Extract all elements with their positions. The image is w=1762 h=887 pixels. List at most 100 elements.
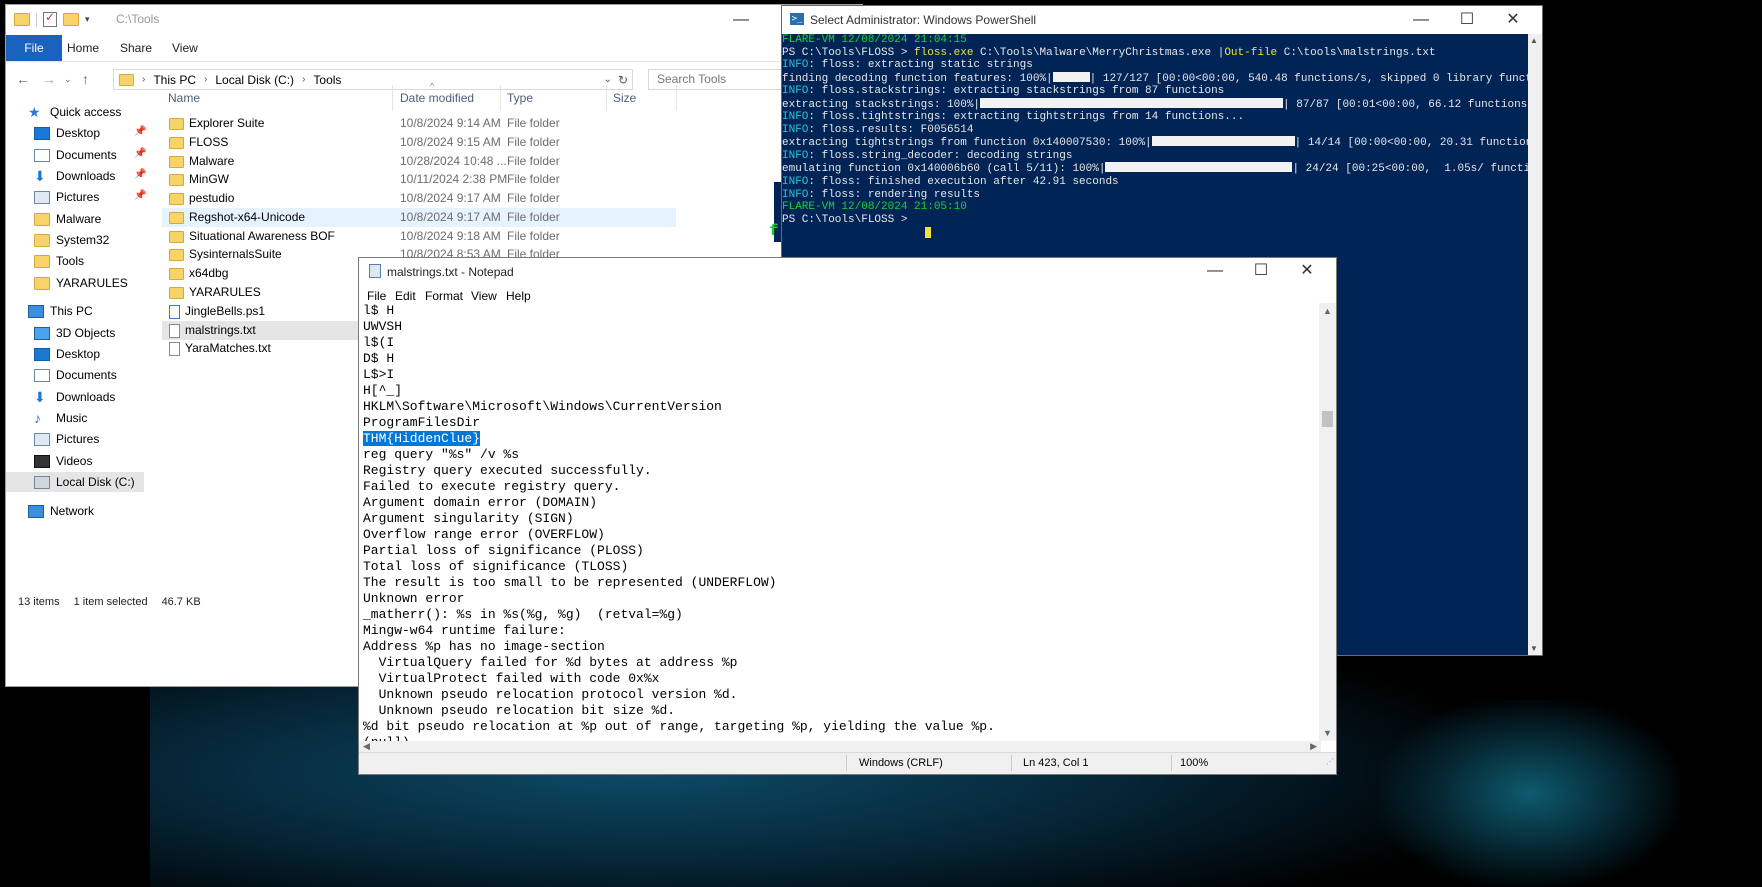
file-row[interactable]: FLOSS 10/8/2024 9:15 AM File folder (162, 133, 676, 152)
tab-share[interactable]: Share (120, 35, 152, 61)
console-text: : floss: finished execution after 42.91 … (808, 176, 1119, 189)
minimize-button[interactable]: — (1398, 8, 1444, 32)
nav-item-tools[interactable]: Tools (34, 251, 84, 271)
network-icon (28, 504, 44, 518)
tab-view[interactable]: View (172, 35, 198, 61)
menu-view[interactable]: View (471, 289, 497, 303)
nav-item-desktop[interactable]: Desktop (34, 123, 100, 143)
scroll-up-icon[interactable]: ▲ (1530, 36, 1538, 45)
line-text: Argument singularity (SIGN) (363, 511, 574, 526)
file-row[interactable]: pestudio 10/8/2024 9:17 AM File folder (162, 189, 676, 208)
forward-icon[interactable]: → (42, 71, 56, 87)
column-divider[interactable] (392, 85, 393, 111)
nav-quick-access[interactable]: ★ Quick access (28, 102, 121, 122)
nav-item-documents[interactable]: Documents (34, 145, 117, 165)
console-line: INFO: floss.results: F0056514 (782, 124, 1528, 137)
column-date-modified[interactable]: Date modified (400, 91, 474, 105)
text-line: D$ H (363, 351, 1321, 367)
text-line: Unknown error (363, 591, 1321, 607)
close-button[interactable]: ✕ (1284, 259, 1330, 283)
menu-edit[interactable]: Edit (395, 289, 416, 303)
notepad-titlebar[interactable]: malstrings.txt - Notepad — ☐ ✕ (359, 258, 1336, 285)
column-type[interactable]: Type (507, 91, 533, 105)
close-button[interactable]: ✕ (1490, 8, 1536, 32)
nav-item-music[interactable]: ♪ Music (34, 408, 87, 428)
file-row[interactable]: Explorer Suite 10/8/2024 9:14 AM File fo… (162, 114, 676, 133)
file-name: Explorer Suite (169, 114, 264, 133)
text-editor[interactable]: l$ H UWVSH l$(I D$ H L$>I H[^_] HKLM\Software\… (363, 303, 1321, 741)
nav-item-pc-desktop[interactable]: Desktop (34, 344, 100, 364)
explorer-titlebar[interactable]: ▾ C:\Tools — ☐ ✕ (6, 5, 862, 35)
scroll-left-icon[interactable]: ◀ (363, 741, 370, 752)
line-text: Address %p has no image-section (363, 639, 605, 654)
menu-file[interactable]: File (367, 289, 386, 303)
nav-item-videos[interactable]: Videos (34, 451, 92, 471)
file-row-selected[interactable]: malstrings.txt (162, 321, 358, 340)
text-file-icon (169, 341, 180, 356)
status-divider (1171, 755, 1172, 771)
nav-item-downloads[interactable]: ⬇ Downloads (34, 166, 115, 186)
nav-item-system32[interactable]: System32 (34, 230, 109, 250)
nav-item-local-disk[interactable]: Local Disk (C:) (6, 472, 144, 492)
properties-icon[interactable] (43, 10, 57, 27)
file-name-text: x64dbg (189, 266, 229, 280)
nav-label: Documents (56, 368, 117, 382)
tab-home[interactable]: Home (67, 35, 99, 61)
up-icon[interactable]: ↑ (82, 71, 89, 87)
nav-item-pc-downloads[interactable]: ⬇ Downloads (34, 387, 115, 407)
nav-item-pc-pictures[interactable]: Pictures (34, 429, 99, 449)
file-row[interactable]: Situational Awareness BOF 10/8/2024 9:18… (162, 227, 676, 246)
scroll-up-icon[interactable]: ▲ (1323, 306, 1332, 316)
nav-this-pc[interactable]: This PC (28, 301, 93, 321)
menu-help[interactable]: Help (506, 289, 531, 303)
new-folder-icon[interactable] (63, 13, 79, 26)
progress-bar (1052, 71, 1090, 82)
desktop-icon (34, 126, 50, 140)
nav-item-yararules[interactable]: YARARULES (34, 273, 128, 293)
folder-icon (169, 155, 184, 168)
console-line: INFO: floss: rendering results (782, 189, 1528, 202)
column-divider[interactable] (676, 85, 677, 111)
scroll-right-icon[interactable]: ▶ (1310, 741, 1317, 752)
recent-locations-icon[interactable]: ⌄ (64, 74, 72, 85)
folder-icon (119, 73, 134, 86)
minimize-button[interactable]: — (1192, 259, 1238, 283)
file-type: File folder (507, 172, 560, 186)
column-divider[interactable] (500, 85, 501, 111)
back-icon[interactable]: ← (16, 71, 30, 87)
scroll-down-icon[interactable]: ▼ (1530, 644, 1538, 653)
window-title: malstrings.txt - Notepad (387, 265, 514, 279)
breadcrumb-separator-icon[interactable]: › (142, 74, 145, 85)
resize-grip-icon[interactable]: ⋰ (1326, 757, 1334, 772)
maximize-button[interactable]: ☐ (1444, 8, 1490, 32)
column-divider[interactable] (606, 85, 607, 111)
nav-network[interactable]: Network (28, 501, 94, 521)
column-name[interactable]: Name (168, 91, 200, 105)
console-text: FLARE-VM 12/08/2024 21:04:15 (782, 34, 967, 46)
videos-icon (34, 454, 50, 468)
folder-icon (169, 248, 184, 261)
nav-item-malware[interactable]: Malware (34, 209, 101, 229)
text-line: l$ H (363, 303, 1321, 319)
scroll-down-icon[interactable]: ▼ (1323, 728, 1332, 738)
file-row[interactable]: Regshot-x64-Unicode 10/8/2024 9:17 AM Fi… (162, 208, 676, 227)
file-row[interactable]: Malware 10/28/2024 10:48 ... File folder (162, 152, 676, 171)
console-line: finding decoding function features: 100%… (782, 71, 1528, 86)
column-size[interactable]: Size (613, 91, 636, 105)
nav-item-pictures[interactable]: Pictures (34, 187, 99, 207)
nav-item-pc-documents[interactable]: Documents (34, 365, 117, 385)
tab-file[interactable]: File (6, 35, 62, 61)
text-line: Overflow range error (OVERFLOW) (363, 527, 1321, 543)
nav-item-3d-objects[interactable]: 3D Objects (34, 323, 115, 343)
powershell-titlebar[interactable]: >_ Select Administrator: Windows PowerSh… (782, 6, 1542, 34)
scroll-thumb[interactable] (1322, 411, 1333, 427)
maximize-button[interactable]: ☐ (1238, 259, 1284, 283)
nav-label: Tools (56, 254, 85, 268)
vertical-scrollbar[interactable]: ▲ ▼ (1319, 303, 1336, 741)
vertical-scrollbar[interactable]: ▲ ▼ (1528, 34, 1542, 655)
3d-objects-icon (34, 326, 50, 340)
customize-toolbar-icon[interactable]: ▾ (85, 14, 90, 25)
minimize-button[interactable]: — (718, 8, 764, 32)
file-row[interactable]: MinGW 10/11/2024 2:38 PM File folder (162, 170, 676, 189)
menu-format[interactable]: Format (425, 289, 463, 303)
